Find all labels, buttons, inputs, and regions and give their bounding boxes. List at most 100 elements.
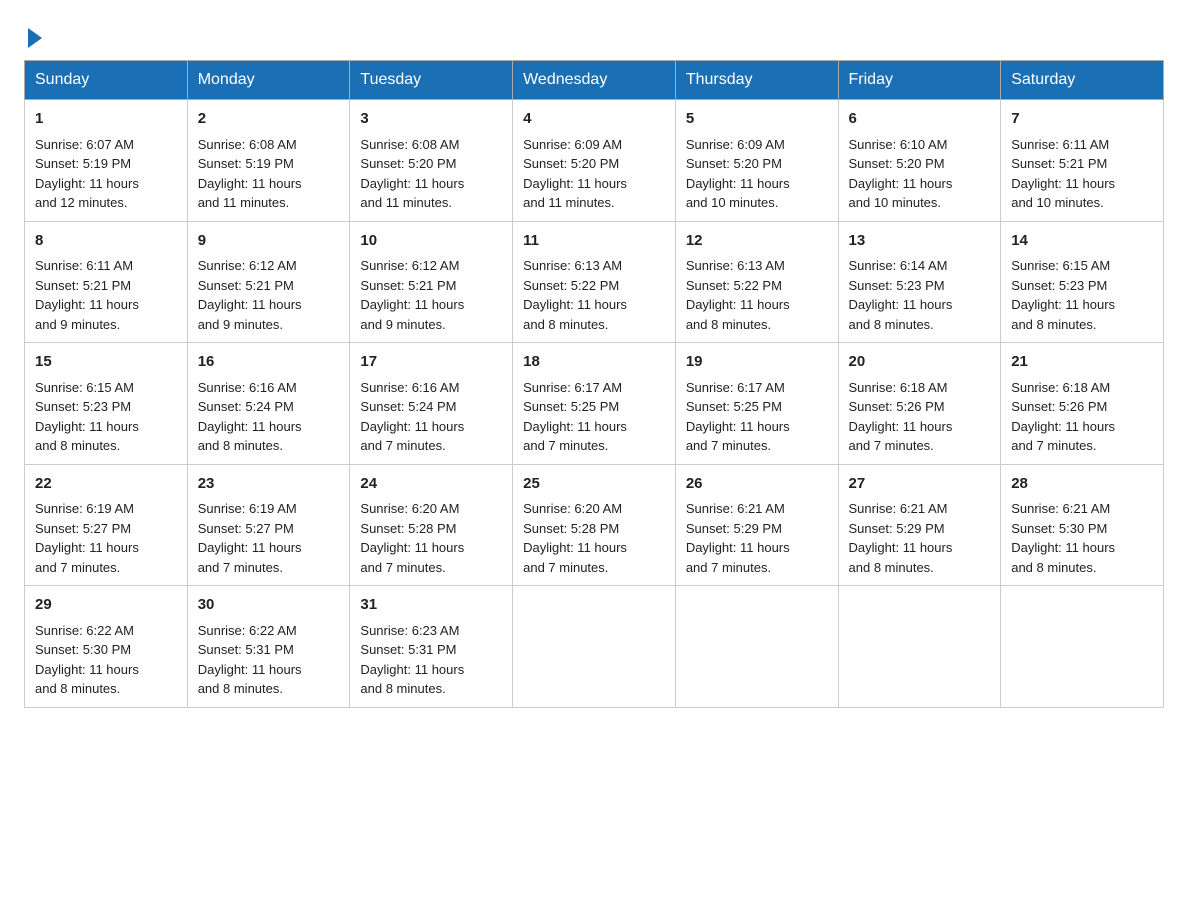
- day-info: Sunrise: 6:19 AMSunset: 5:27 PMDaylight:…: [198, 501, 302, 575]
- calendar-cell: 2 Sunrise: 6:08 AMSunset: 5:19 PMDaylight…: [187, 100, 350, 222]
- day-info: Sunrise: 6:18 AMSunset: 5:26 PMDaylight:…: [849, 380, 953, 454]
- day-info: Sunrise: 6:17 AMSunset: 5:25 PMDaylight:…: [686, 380, 790, 454]
- day-info: Sunrise: 6:23 AMSunset: 5:31 PMDaylight:…: [360, 623, 464, 697]
- day-info: Sunrise: 6:21 AMSunset: 5:30 PMDaylight:…: [1011, 501, 1115, 575]
- calendar-cell: 31 Sunrise: 6:23 AMSunset: 5:31 PMDayligh…: [350, 586, 513, 708]
- calendar-cell: [1001, 586, 1164, 708]
- calendar-cell: 18 Sunrise: 6:17 AMSunset: 5:25 PMDayligh…: [513, 343, 676, 465]
- day-info: Sunrise: 6:22 AMSunset: 5:31 PMDaylight:…: [198, 623, 302, 697]
- day-number: 15: [35, 351, 177, 374]
- weekday-header-sunday: Sunday: [25, 61, 188, 100]
- calendar-cell: 16 Sunrise: 6:16 AMSunset: 5:24 PMDayligh…: [187, 343, 350, 465]
- calendar-cell: 28 Sunrise: 6:21 AMSunset: 5:30 PMDayligh…: [1001, 464, 1164, 586]
- calendar-cell: 9Sunrise: 6:12 AMSunset: 5:21 PMDaylight…: [187, 221, 350, 343]
- calendar-cell: [675, 586, 838, 708]
- day-info: Sunrise: 6:08 AMSunset: 5:20 PMDaylight:…: [360, 137, 464, 211]
- day-info: Sunrise: 6:22 AMSunset: 5:30 PMDaylight:…: [35, 623, 139, 697]
- day-number: 1: [35, 108, 177, 131]
- weekday-header-saturday: Saturday: [1001, 61, 1164, 100]
- day-info: Sunrise: 6:12 AMSunset: 5:21 PMDaylight:…: [360, 258, 464, 332]
- day-number: 10: [360, 230, 502, 253]
- day-number: 27: [849, 473, 991, 496]
- weekday-header-thursday: Thursday: [675, 61, 838, 100]
- calendar-cell: 24 Sunrise: 6:20 AMSunset: 5:28 PMDayligh…: [350, 464, 513, 586]
- calendar-cell: 14Sunrise: 6:15 AMSunset: 5:23 PMDayligh…: [1001, 221, 1164, 343]
- weekday-header-monday: Monday: [187, 61, 350, 100]
- day-info: Sunrise: 6:08 AMSunset: 5:19 PMDaylight:…: [198, 137, 302, 211]
- day-info: Sunrise: 6:20 AMSunset: 5:28 PMDaylight:…: [360, 501, 464, 575]
- page-header: [24, 24, 1164, 44]
- calendar-cell: 3 Sunrise: 6:08 AMSunset: 5:20 PMDaylight…: [350, 100, 513, 222]
- calendar-cell: 17Sunrise: 6:16 AMSunset: 5:24 PMDayligh…: [350, 343, 513, 465]
- calendar-cell: 4Sunrise: 6:09 AMSunset: 5:20 PMDaylight…: [513, 100, 676, 222]
- calendar-week-row: 8Sunrise: 6:11 AMSunset: 5:21 PMDaylight…: [25, 221, 1164, 343]
- day-info: Sunrise: 6:21 AMSunset: 5:29 PMDaylight:…: [849, 501, 953, 575]
- day-info: Sunrise: 6:17 AMSunset: 5:25 PMDaylight:…: [523, 380, 627, 454]
- calendar-cell: 15 Sunrise: 6:15 AMSunset: 5:23 PMDayligh…: [25, 343, 188, 465]
- day-info: Sunrise: 6:16 AMSunset: 5:24 PMDaylight:…: [198, 380, 302, 454]
- day-number: 28: [1011, 473, 1153, 496]
- day-number: 12: [686, 230, 828, 253]
- day-number: 7: [1011, 108, 1153, 131]
- day-info: Sunrise: 6:09 AMSunset: 5:20 PMDaylight:…: [523, 137, 627, 211]
- logo: [24, 24, 42, 44]
- day-info: Sunrise: 6:10 AMSunset: 5:20 PMDaylight:…: [849, 137, 953, 211]
- calendar-cell: 6 Sunrise: 6:10 AMSunset: 5:20 PMDaylight…: [838, 100, 1001, 222]
- day-info: Sunrise: 6:13 AMSunset: 5:22 PMDaylight:…: [523, 258, 627, 332]
- day-number: 22: [35, 473, 177, 496]
- day-number: 8: [35, 230, 177, 253]
- calendar-week-row: 1 Sunrise: 6:07 AMSunset: 5:19 PMDaylight…: [25, 100, 1164, 222]
- weekday-header-row: SundayMondayTuesdayWednesdayThursdayFrid…: [25, 61, 1164, 100]
- calendar-cell: 21 Sunrise: 6:18 AMSunset: 5:26 PMDayligh…: [1001, 343, 1164, 465]
- day-info: Sunrise: 6:15 AMSunset: 5:23 PMDaylight:…: [1011, 258, 1115, 332]
- calendar-cell: 27 Sunrise: 6:21 AMSunset: 5:29 PMDayligh…: [838, 464, 1001, 586]
- calendar-week-row: 22 Sunrise: 6:19 AMSunset: 5:27 PMDayligh…: [25, 464, 1164, 586]
- day-number: 26: [686, 473, 828, 496]
- day-info: Sunrise: 6:14 AMSunset: 5:23 PMDaylight:…: [849, 258, 953, 332]
- day-number: 9: [198, 230, 340, 253]
- day-number: 25: [523, 473, 665, 496]
- day-number: 30: [198, 594, 340, 617]
- calendar-cell: 7 Sunrise: 6:11 AMSunset: 5:21 PMDaylight…: [1001, 100, 1164, 222]
- day-number: 23: [198, 473, 340, 496]
- day-number: 29: [35, 594, 177, 617]
- day-info: Sunrise: 6:11 AMSunset: 5:21 PMDaylight:…: [1011, 137, 1115, 211]
- calendar-cell: 19 Sunrise: 6:17 AMSunset: 5:25 PMDayligh…: [675, 343, 838, 465]
- day-info: Sunrise: 6:19 AMSunset: 5:27 PMDaylight:…: [35, 501, 139, 575]
- calendar-cell: 8Sunrise: 6:11 AMSunset: 5:21 PMDaylight…: [25, 221, 188, 343]
- day-number: 31: [360, 594, 502, 617]
- calendar-cell: 23 Sunrise: 6:19 AMSunset: 5:27 PMDayligh…: [187, 464, 350, 586]
- day-info: Sunrise: 6:13 AMSunset: 5:22 PMDaylight:…: [686, 258, 790, 332]
- calendar-cell: 26 Sunrise: 6:21 AMSunset: 5:29 PMDayligh…: [675, 464, 838, 586]
- calendar-week-row: 15 Sunrise: 6:15 AMSunset: 5:23 PMDayligh…: [25, 343, 1164, 465]
- weekday-header-wednesday: Wednesday: [513, 61, 676, 100]
- calendar-cell: [838, 586, 1001, 708]
- calendar-cell: 1 Sunrise: 6:07 AMSunset: 5:19 PMDaylight…: [25, 100, 188, 222]
- calendar-cell: 10 Sunrise: 6:12 AMSunset: 5:21 PMDayligh…: [350, 221, 513, 343]
- calendar-week-row: 29 Sunrise: 6:22 AMSunset: 5:30 PMDayligh…: [25, 586, 1164, 708]
- day-info: Sunrise: 6:20 AMSunset: 5:28 PMDaylight:…: [523, 501, 627, 575]
- calendar-cell: 29 Sunrise: 6:22 AMSunset: 5:30 PMDayligh…: [25, 586, 188, 708]
- day-number: 21: [1011, 351, 1153, 374]
- day-number: 17: [360, 351, 502, 374]
- calendar-cell: 5Sunrise: 6:09 AMSunset: 5:20 PMDaylight…: [675, 100, 838, 222]
- day-number: 18: [523, 351, 665, 374]
- day-number: 3: [360, 108, 502, 131]
- day-number: 16: [198, 351, 340, 374]
- calendar-cell: 13Sunrise: 6:14 AMSunset: 5:23 PMDayligh…: [838, 221, 1001, 343]
- day-info: Sunrise: 6:15 AMSunset: 5:23 PMDaylight:…: [35, 380, 139, 454]
- day-number: 6: [849, 108, 991, 131]
- calendar-cell: [513, 586, 676, 708]
- calendar-cell: 20 Sunrise: 6:18 AMSunset: 5:26 PMDayligh…: [838, 343, 1001, 465]
- day-number: 11: [523, 230, 665, 253]
- day-number: 5: [686, 108, 828, 131]
- day-number: 2: [198, 108, 340, 131]
- day-info: Sunrise: 6:07 AMSunset: 5:19 PMDaylight:…: [35, 137, 139, 211]
- day-number: 24: [360, 473, 502, 496]
- day-number: 19: [686, 351, 828, 374]
- day-number: 20: [849, 351, 991, 374]
- day-info: Sunrise: 6:18 AMSunset: 5:26 PMDaylight:…: [1011, 380, 1115, 454]
- weekday-header-tuesday: Tuesday: [350, 61, 513, 100]
- calendar-cell: 25 Sunrise: 6:20 AMSunset: 5:28 PMDayligh…: [513, 464, 676, 586]
- day-info: Sunrise: 6:21 AMSunset: 5:29 PMDaylight:…: [686, 501, 790, 575]
